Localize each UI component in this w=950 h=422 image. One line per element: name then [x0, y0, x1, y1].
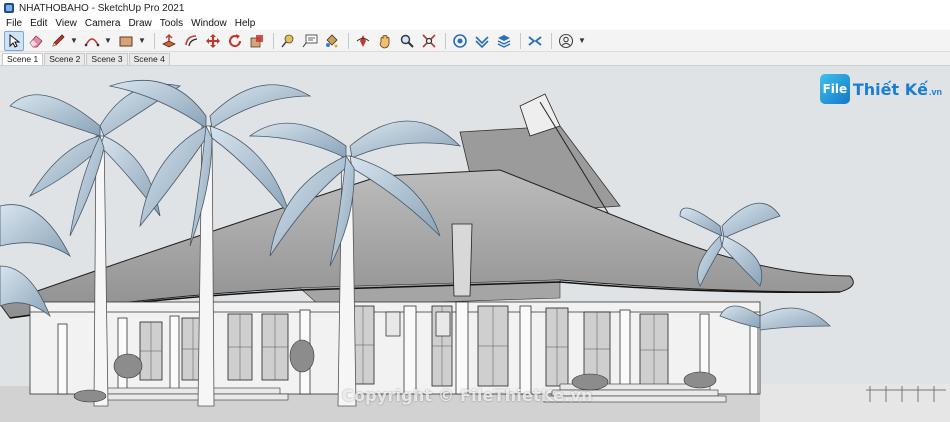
toolbar-separator	[520, 32, 521, 49]
brand-suffix: .vn	[928, 87, 942, 97]
menu-help[interactable]: Help	[231, 18, 260, 29]
text-icon	[302, 34, 318, 47]
menu-edit[interactable]: Edit	[26, 18, 51, 29]
hand-icon	[379, 34, 390, 48]
toolbar-separator	[348, 32, 349, 49]
model-viewport[interactable]: File Thiết Kế .vn Copyright © FileThietK…	[0, 66, 950, 422]
move-icon	[206, 33, 220, 48]
move-tool[interactable]	[203, 31, 223, 51]
main-toolbar: ▼ ▼ ▼ ▼	[0, 30, 950, 52]
account-dropdown[interactable]: ▼	[578, 31, 586, 51]
push-pull-icon	[162, 33, 176, 47]
rotate-icon	[229, 33, 242, 47]
select-tool[interactable]	[4, 30, 24, 51]
sketchup-logo-icon	[4, 3, 14, 13]
offset-icon	[185, 34, 198, 46]
menu-camera[interactable]: Camera	[81, 18, 125, 29]
brand-watermark: File Thiết Kế .vn	[819, 74, 942, 104]
menu-bar: File Edit View Camera Draw Tools Window …	[0, 16, 950, 30]
layers-icon	[497, 34, 511, 48]
account-tool[interactable]	[556, 31, 576, 51]
tab-scene-4[interactable]: Scene 4	[128, 53, 170, 65]
layout-tool[interactable]	[494, 31, 514, 51]
shapes-tool[interactable]	[116, 31, 136, 51]
warehouse-tool[interactable]	[450, 31, 470, 51]
zoom-extents-tool[interactable]	[419, 31, 439, 51]
pencil-icon	[52, 33, 65, 47]
copyright-watermark: Copyright © FileThietKe.vn	[342, 386, 593, 405]
menu-draw[interactable]: Draw	[124, 18, 155, 29]
zoom-extents-icon	[422, 33, 436, 48]
push-pull-tool[interactable]	[159, 31, 179, 51]
orbit-tool[interactable]	[353, 31, 373, 51]
model-render	[0, 79, 950, 422]
pan-tool[interactable]	[375, 31, 395, 51]
title-bar: NHATHOBAHO - SketchUp Pro 2021	[0, 0, 950, 16]
extension-manager-tool[interactable]	[525, 31, 545, 51]
offset-tool[interactable]	[181, 31, 201, 51]
magnifier-icon	[400, 34, 414, 48]
tape-measure-tool[interactable]	[278, 31, 298, 51]
text-tool[interactable]	[300, 31, 320, 51]
extension-manager-icon	[528, 35, 542, 46]
menu-file[interactable]: File	[2, 18, 26, 29]
rotate-tool[interactable]	[225, 31, 245, 51]
arc-tool[interactable]	[82, 31, 102, 51]
brand-name: Thiết Kế	[852, 79, 928, 99]
toolbar-separator	[445, 32, 446, 49]
tab-scene-1[interactable]: Scene 1	[2, 53, 44, 65]
toolbar-separator	[154, 32, 155, 49]
user-icon	[558, 33, 574, 48]
arc-tool-dropdown[interactable]: ▼	[104, 31, 112, 51]
toolbar-separator	[551, 32, 552, 49]
zoom-tool[interactable]	[397, 31, 417, 51]
menu-tools[interactable]: Tools	[156, 18, 187, 29]
eraser-icon	[29, 34, 43, 47]
tab-scene-2[interactable]: Scene 2	[44, 53, 86, 65]
eraser-tool[interactable]	[26, 31, 46, 51]
orbit-icon	[356, 34, 370, 47]
scene-tabs: Scene 1 Scene 2 Scene 3 Scene 4	[0, 52, 950, 66]
scale-icon	[250, 34, 263, 47]
line-tool[interactable]	[48, 31, 68, 51]
paint-bucket-tool[interactable]	[322, 31, 342, 51]
tape-icon	[281, 34, 294, 47]
tab-scene-3[interactable]: Scene 3	[86, 53, 128, 65]
extension-icon	[475, 35, 489, 48]
rectangle-icon	[119, 36, 133, 46]
toolbar-separator	[273, 32, 274, 49]
scale-tool[interactable]	[247, 31, 267, 51]
warehouse-icon	[453, 33, 467, 48]
brand-logo-icon: File	[819, 74, 850, 104]
arrow-cursor-icon	[9, 33, 21, 48]
extension-warehouse-tool[interactable]	[472, 31, 492, 51]
arc-icon	[84, 37, 100, 46]
line-tool-dropdown[interactable]: ▼	[70, 31, 78, 51]
menu-view[interactable]: View	[51, 18, 81, 29]
window-title: NHATHOBAHO - SketchUp Pro 2021	[19, 2, 185, 14]
menu-window[interactable]: Window	[187, 18, 231, 29]
paint-bucket-icon	[326, 33, 338, 47]
shapes-tool-dropdown[interactable]: ▼	[138, 31, 146, 51]
